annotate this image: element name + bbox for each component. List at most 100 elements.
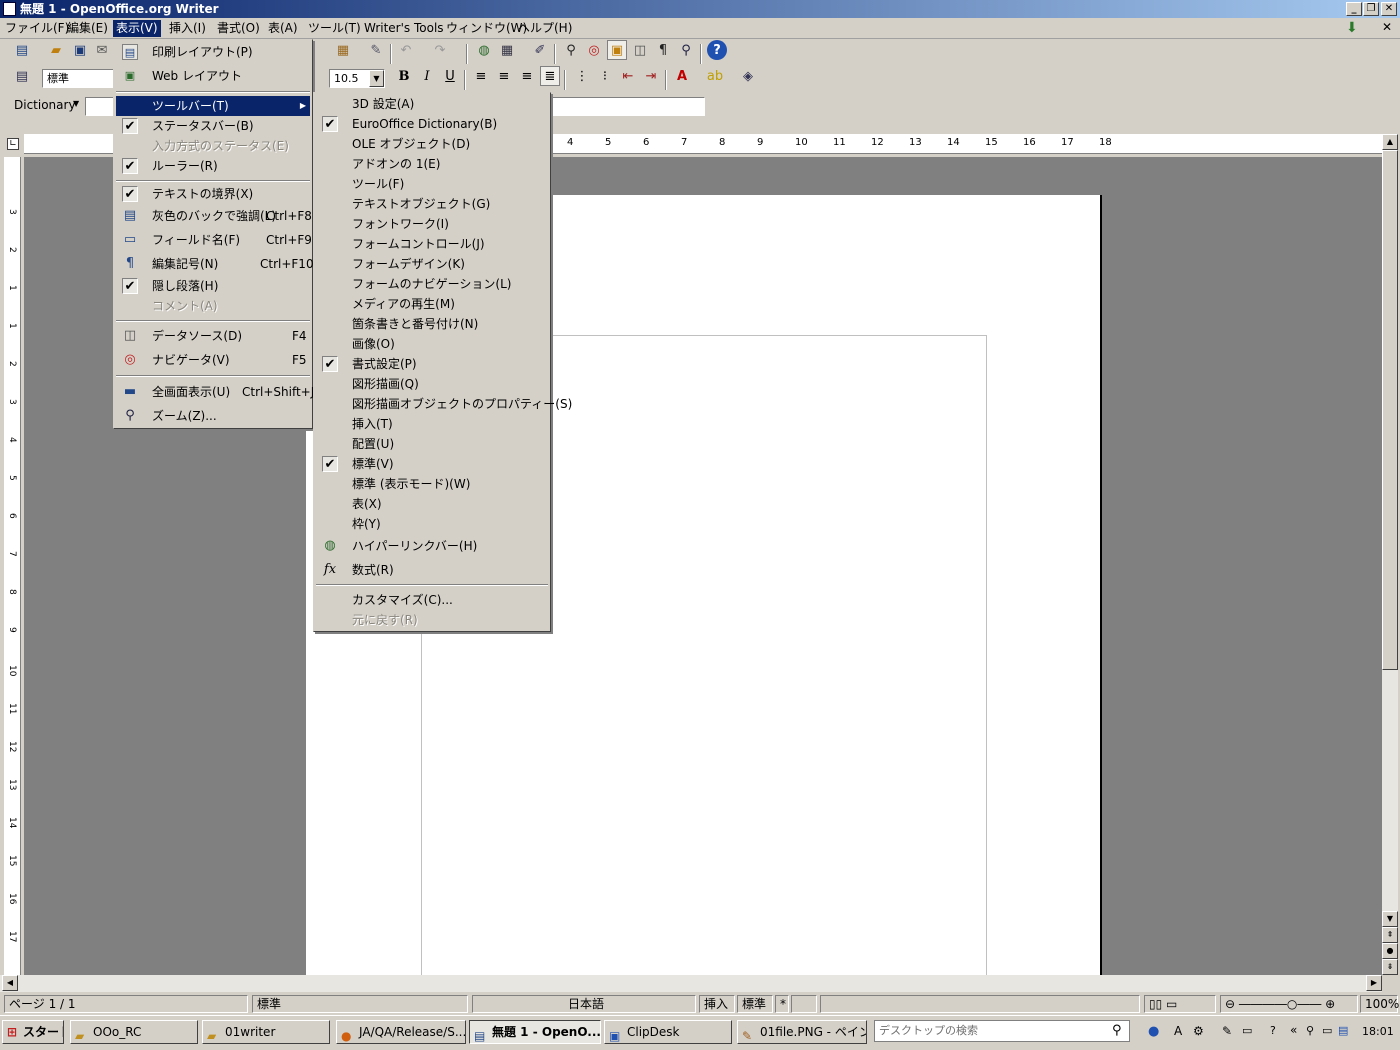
task-paint[interactable]: ✎ 01file.PNG - ペイント	[737, 1020, 867, 1044]
toolbar-item-text-object[interactable]: テキストオブジェクト(G)	[316, 194, 548, 214]
task-ooo-rc[interactable]: ▰ OOo_RC	[70, 1020, 198, 1044]
scroll-thumb[interactable]	[1382, 150, 1398, 670]
menu-insert[interactable]: 挿入(I)	[166, 20, 209, 37]
menu-item-formatting-marks[interactable]: ¶ 編集記号(N) Ctrl+F10	[116, 254, 314, 274]
undo-icon[interactable]: ↶	[396, 40, 416, 60]
scroll-down-icon[interactable]: ▼	[1382, 911, 1398, 927]
close-button[interactable]: ✕	[1381, 2, 1397, 16]
increase-indent-icon[interactable]: ⇥	[641, 66, 661, 86]
toolbar-item-insert[interactable]: 挿入(T)	[316, 414, 548, 434]
bullets-icon[interactable]: ⁝	[595, 66, 615, 86]
task-writer[interactable]: ▤ 無題 1 - OpenO...	[469, 1020, 601, 1044]
clone-format-icon[interactable]: ✎	[366, 40, 386, 60]
decrease-indent-icon[interactable]: ⇤	[618, 66, 638, 86]
previous-page-icon[interactable]: ⇞	[1382, 927, 1398, 943]
menu-file[interactable]: ファイル(F)	[2, 20, 72, 37]
tray-tools-icon[interactable]: ⚙	[1193, 1024, 1204, 1038]
toolbar-item-form-design[interactable]: フォームデザイン(K)	[316, 254, 548, 274]
bold-icon[interactable]: B	[394, 66, 414, 86]
align-right-icon[interactable]: ≡	[517, 66, 537, 86]
menu-view[interactable]: 表示(V)	[113, 20, 161, 37]
update-icon[interactable]: ⬇	[1346, 20, 1364, 36]
formatting-marks-icon[interactable]: ¶	[653, 40, 673, 60]
tray-volume-icon[interactable]: ▤	[1338, 1024, 1348, 1037]
restore-button[interactable]: ❐	[1363, 2, 1379, 16]
tray-ime-icon[interactable]: A	[1174, 1024, 1182, 1038]
toolbar-item-media-playback[interactable]: メディアの再生(M)	[316, 294, 548, 314]
tab-stop-selector-icon[interactable]: ∟	[7, 138, 19, 150]
font-size-input[interactable]: 10.5 ▼	[329, 69, 385, 88]
toolbar-item-form-navigation[interactable]: フォームのナビゲーション(L)	[316, 274, 548, 294]
table-icon[interactable]: ▦	[497, 40, 517, 60]
navigator-icon[interactable]: ◎	[584, 40, 604, 60]
next-page-icon[interactable]: ⇟	[1382, 959, 1398, 975]
numbering-icon[interactable]: ⋮	[572, 66, 592, 86]
toolbar-item-drawing-object-properties[interactable]: 図形描画オブジェクトのプロパティー(S)	[316, 394, 572, 414]
menu-table[interactable]: 表(A)	[265, 20, 301, 37]
tray-window-icon[interactable]: ▭	[1322, 1024, 1332, 1037]
menu-item-statusbar[interactable]: ✔ ステータスバー(B)	[116, 116, 310, 136]
menu-item-print-layout[interactable]: ▤ 印刷レイアウト(P)	[116, 42, 310, 62]
menu-item-toolbars[interactable]: ツールバー(T) ▶	[116, 96, 310, 116]
menu-item-web-layout[interactable]: ▣ Web レイアウト	[116, 66, 310, 86]
tray-expand-icon[interactable]: «	[1290, 1023, 1297, 1037]
show-draw-functions-icon[interactable]: ✐	[530, 40, 550, 60]
redo-icon[interactable]: ↷	[430, 40, 450, 60]
menu-item-text-boundaries[interactable]: ✔ テキストの境界(X)	[116, 184, 310, 204]
toolbar-item-standard[interactable]: ✔ 標準(V)	[316, 454, 548, 474]
paste-icon[interactable]: ▦	[333, 40, 353, 60]
toolbar-item-addon-1[interactable]: アドオンの 1(E)	[316, 154, 548, 174]
toolbar-item-picture[interactable]: 画像(O)	[316, 334, 548, 354]
tray-help-icon[interactable]: ?	[1270, 1024, 1276, 1037]
scroll-up-icon[interactable]: ▲	[1382, 134, 1398, 150]
menu-item-field-shadings[interactable]: ▤ 灰色のバックで強調(L) Ctrl+F8	[116, 206, 312, 226]
toolbar-item-bullets-numbering[interactable]: 箇条書きと番号付け(N)	[316, 314, 548, 334]
task-browser[interactable]: ● JA/QA/Release/S...	[336, 1020, 466, 1044]
chevron-down-icon[interactable]: ▼	[369, 70, 384, 87]
vertical-scrollbar[interactable]: ▲ ▼ ⇞ ● ⇟	[1382, 134, 1398, 975]
toolbar-item-table[interactable]: 表(X)	[316, 494, 548, 514]
tray-search-icon[interactable]: ⚲	[1306, 1024, 1314, 1037]
toolbar-item-form-controls[interactable]: フォームコントロール(J)	[316, 234, 548, 254]
toolbar-item-hyperlink-bar[interactable]: ◍ ハイパーリンクバー(H)	[316, 536, 548, 556]
tray-pen-icon[interactable]: ✎	[1222, 1024, 1232, 1038]
menu-item-hidden-paragraphs[interactable]: ✔ 隠し段落(H)	[116, 276, 310, 296]
menu-item-field-names[interactable]: ▭ フィールド名(F) Ctrl+F9	[116, 230, 312, 250]
italic-icon[interactable]: I	[417, 66, 437, 86]
zoom-icon[interactable]: ⚲	[676, 40, 696, 60]
horizontal-scrollbar[interactable]: ◀ ▶	[0, 975, 1382, 992]
background-color-icon[interactable]: ◈	[738, 66, 758, 86]
save-icon[interactable]: ▣	[70, 40, 90, 60]
toolbar-item-3d-settings[interactable]: 3D 設定(A)	[316, 94, 548, 114]
page-style[interactable]: 標準	[252, 995, 468, 1013]
view-layout-icon[interactable]: ▯▯ ▭	[1144, 995, 1216, 1013]
toolbar-item-standard-view-mode[interactable]: 標準 (表示モード)(W)	[316, 474, 548, 494]
menu-edit[interactable]: 編集(E)	[64, 20, 111, 37]
vertical-ruler[interactable]: 3 2 1 1 2 3 4 5 6 7 8 9 10 11 12 13 14 15 16 17	[4, 157, 21, 975]
chevron-down-icon[interactable]: ▼	[73, 99, 79, 108]
toolbar-item-customize[interactable]: カスタマイズ(C)...	[316, 590, 548, 610]
search-icon[interactable]: ⚲	[1112, 1023, 1122, 1038]
scroll-left-icon[interactable]: ◀	[2, 975, 18, 991]
scroll-right-icon[interactable]: ▶	[1366, 975, 1382, 991]
task-clipdesk[interactable]: ▣ ClipDesk	[604, 1020, 732, 1044]
justify-icon[interactable]: ≣	[540, 66, 560, 86]
styles-formatting-icon[interactable]: ▤	[12, 66, 32, 86]
minimize-button[interactable]: _	[1346, 2, 1362, 16]
data-sources-icon[interactable]: ◫	[630, 40, 650, 60]
underline-icon[interactable]: U	[440, 66, 460, 86]
zoom-level[interactable]: 100%	[1360, 995, 1399, 1013]
new-document-icon[interactable]: ▤	[12, 40, 32, 60]
navigation-icon[interactable]: ●	[1382, 943, 1398, 959]
menu-writers-tools[interactable]: Writer's Tools	[361, 20, 447, 37]
menu-help[interactable]: ヘルプ(H)	[515, 20, 575, 37]
paragraph-style-input[interactable]: 標準	[42, 69, 114, 88]
page-indicator[interactable]: ページ 1 / 1	[4, 995, 248, 1013]
menu-item-data-sources[interactable]: ◫ データソース(D) F4	[116, 326, 310, 346]
hyperlink-icon[interactable]: ◍	[474, 40, 494, 60]
tray-network-icon[interactable]: ●	[1148, 1024, 1159, 1039]
toolbar-item-fontwork[interactable]: フォントワーク(I)	[316, 214, 548, 234]
language-indicator[interactable]: 日本語	[472, 995, 696, 1013]
toolbar-item-align[interactable]: 配置(U)	[316, 434, 548, 454]
help-icon[interactable]: ?	[707, 40, 727, 60]
